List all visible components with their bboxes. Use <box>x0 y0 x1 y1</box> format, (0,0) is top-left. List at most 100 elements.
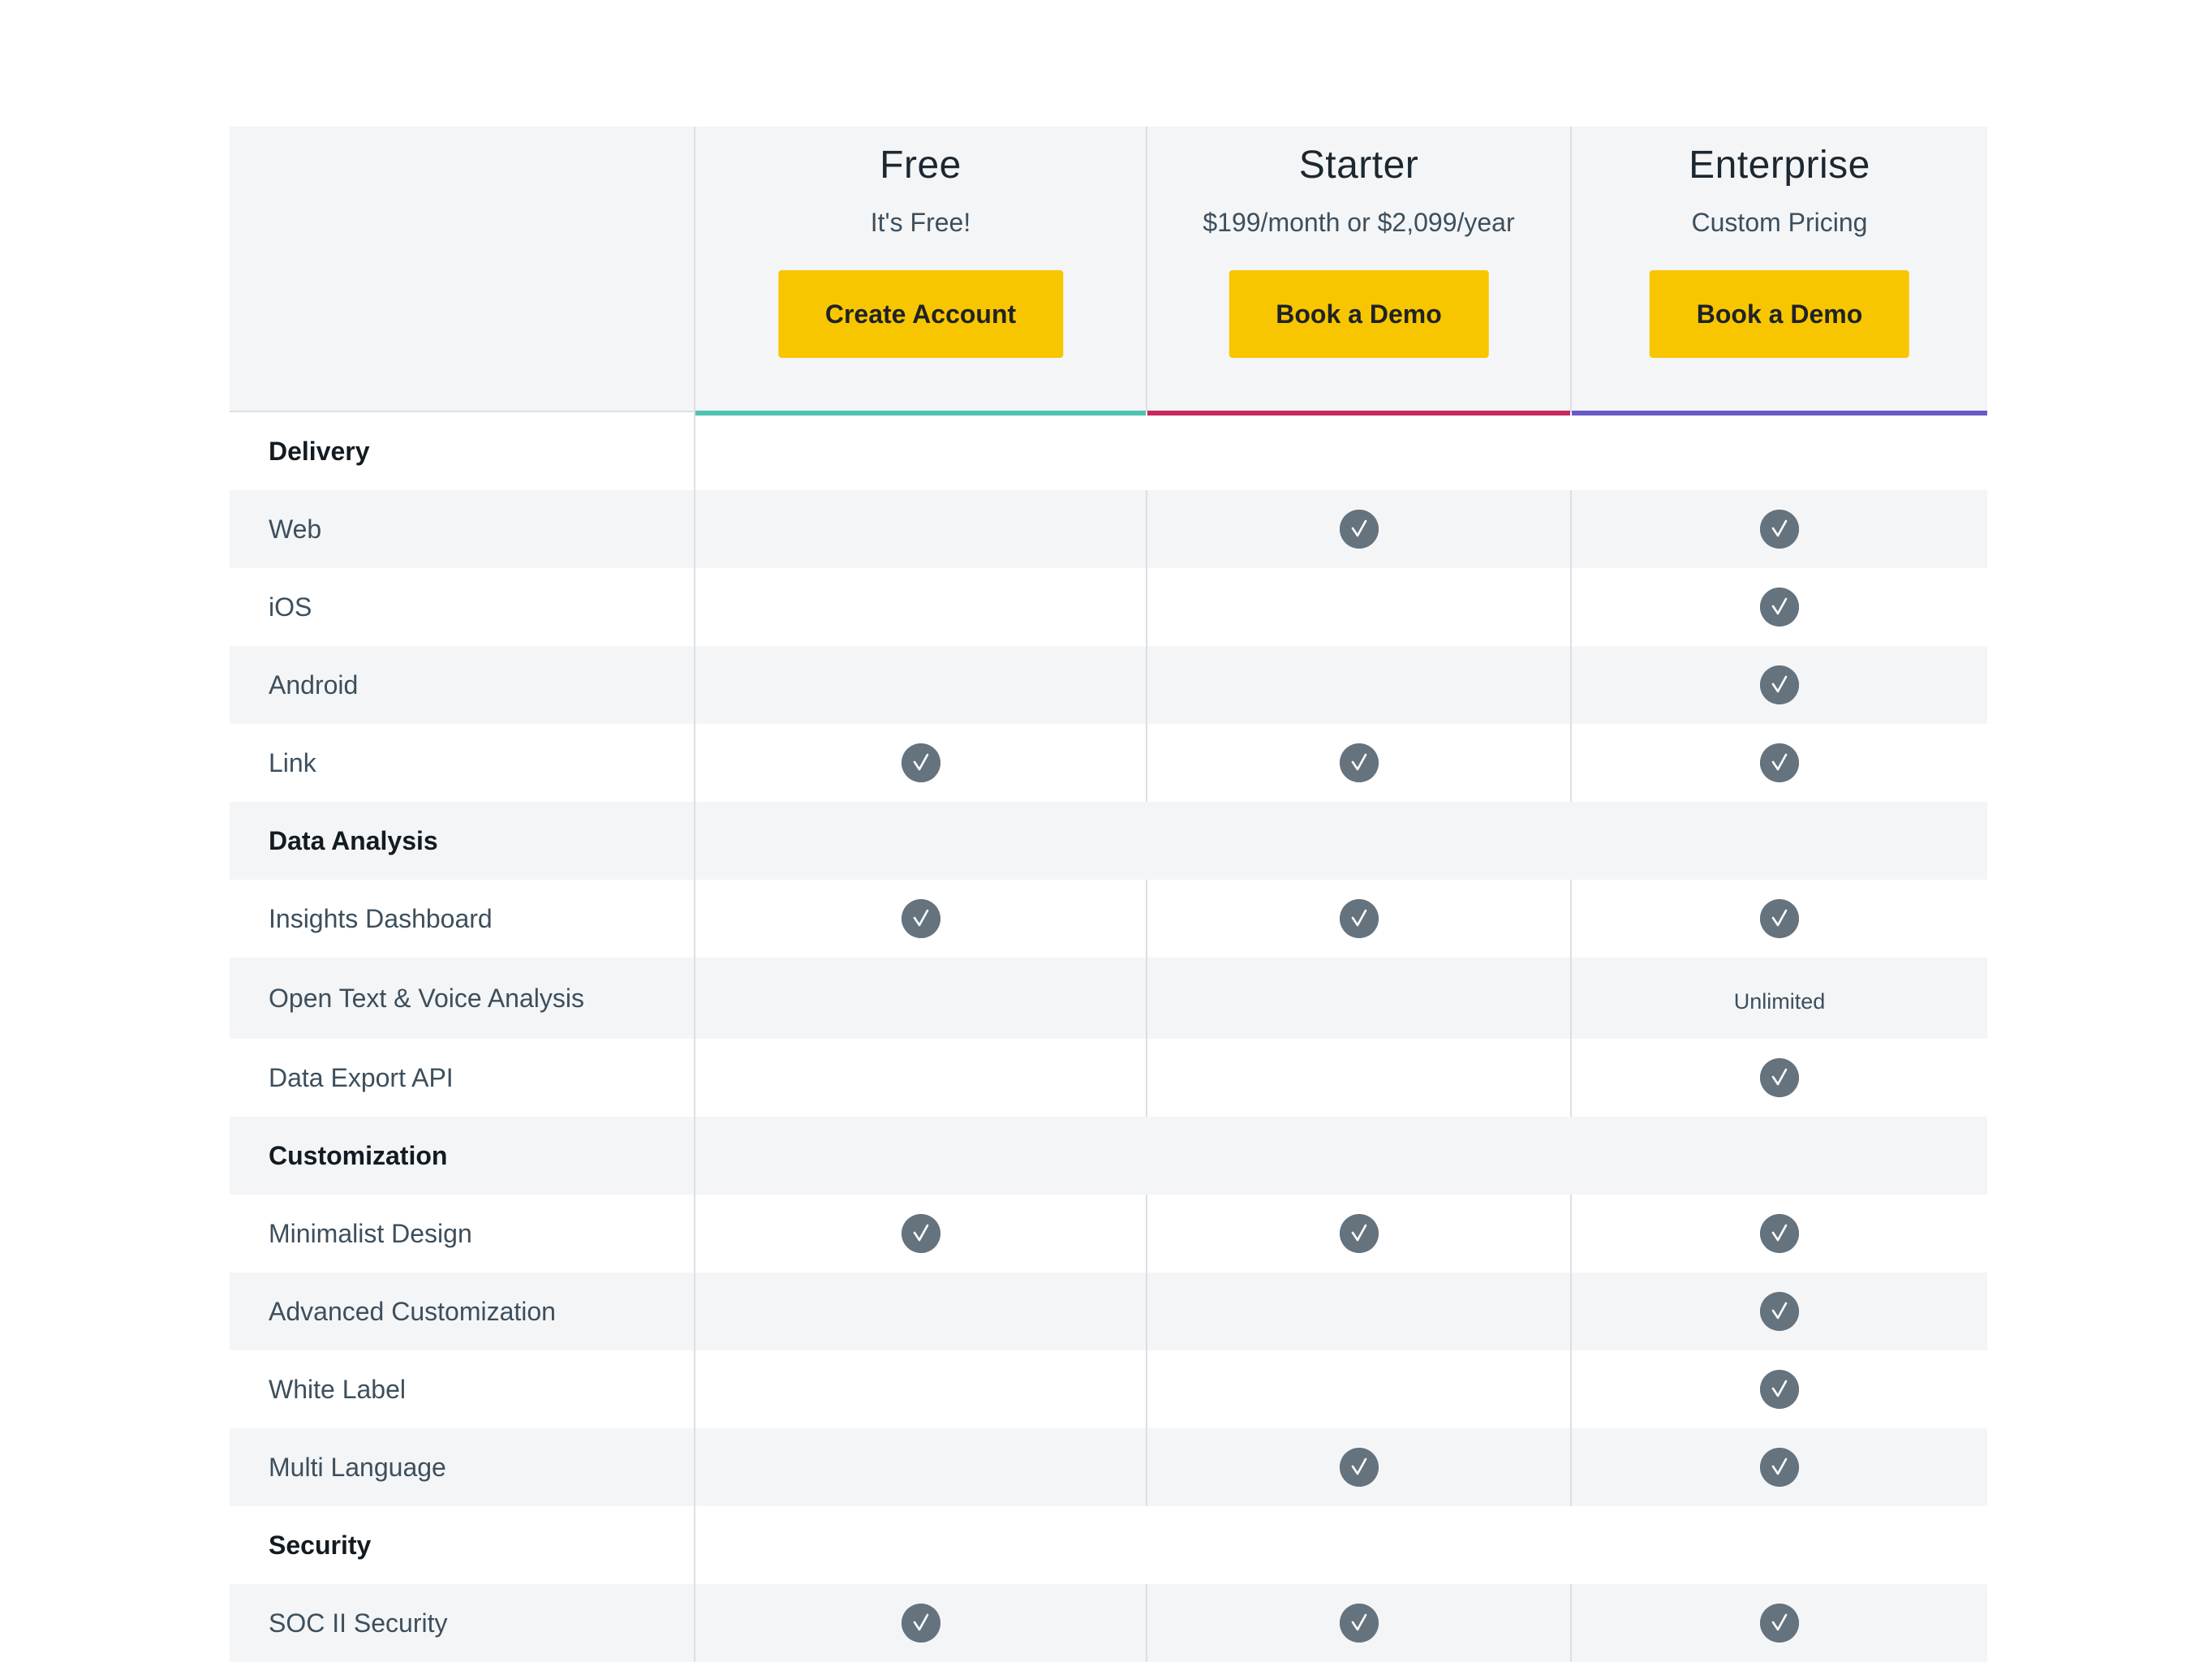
feature-value-cell <box>1570 1195 1987 1272</box>
book-demo-button[interactable]: Book a Demo <box>1649 270 1910 358</box>
section-row: Security <box>230 1506 1987 1584</box>
section-spacer <box>694 802 1987 880</box>
feature-label: Web <box>269 514 322 544</box>
feature-label: iOS <box>269 592 312 622</box>
checkmark-circle-icon <box>901 1604 940 1643</box>
feature-value-cell <box>694 1272 1146 1350</box>
section-row: Data Analysis <box>230 802 1987 880</box>
plan-price: Custom Pricing <box>1691 208 1868 237</box>
feature-value-cell <box>1146 958 1570 1039</box>
plan-price: $199/month or $2,099/year <box>1203 208 1515 237</box>
plan-price: It's Free! <box>870 208 971 237</box>
feature-label: White Label <box>269 1374 406 1404</box>
feature-row: SOC II Security <box>230 1584 1987 1662</box>
checkmark-circle-icon <box>1760 1214 1799 1253</box>
feature-value-cell <box>1146 1428 1570 1506</box>
checkmark-circle-icon <box>1760 899 1799 938</box>
feature-value-cell <box>1570 880 1987 958</box>
pricing-comparison-table: Free It's Free! Create Account Starter $… <box>230 127 1987 1662</box>
feature-value-cell <box>694 1039 1146 1117</box>
feature-row: Multi Language <box>230 1428 1987 1506</box>
feature-value-cell <box>1146 724 1570 802</box>
feature-row: White Label <box>230 1350 1987 1428</box>
checkmark-circle-icon <box>901 899 940 938</box>
feature-row: Minimalist Design <box>230 1195 1987 1272</box>
checkmark-circle-icon <box>1339 899 1379 938</box>
section-spacer <box>694 1506 1987 1584</box>
feature-value-cell <box>1146 1272 1570 1350</box>
feature-value-cell <box>1570 1272 1987 1350</box>
feature-row: Open Text & Voice Analysis Unlimited <box>230 958 1987 1039</box>
feature-label: Open Text & Voice Analysis <box>269 983 584 1013</box>
feature-value-cell <box>1146 1195 1570 1272</box>
feature-value-cell <box>1570 1039 1987 1117</box>
feature-value-text: Unlimited <box>1733 988 1826 1014</box>
feature-value-cell <box>1146 880 1570 958</box>
feature-value-cell <box>1146 646 1570 724</box>
feature-value-cell <box>1570 646 1987 724</box>
section-title: Customization <box>269 1140 448 1170</box>
feature-value-cell <box>1570 1350 1987 1428</box>
feature-row: Advanced Customization <box>230 1272 1987 1350</box>
plan-free: Free It's Free! Create Account <box>694 127 1146 416</box>
feature-value-cell <box>1146 568 1570 646</box>
checkmark-circle-icon <box>1760 510 1799 549</box>
feature-value-cell <box>1146 490 1570 568</box>
feature-value-cell <box>694 724 1146 802</box>
checkmark-circle-icon <box>1760 1292 1799 1331</box>
feature-value-cell <box>694 568 1146 646</box>
feature-rows: Delivery Web iOS Android Link Data Analysis In… <box>230 412 1987 1662</box>
feature-value-cell <box>1570 568 1987 646</box>
plan-name: Starter <box>1298 144 1419 187</box>
feature-row: iOS <box>230 568 1987 646</box>
checkmark-circle-icon <box>1760 588 1799 626</box>
checkmark-circle-icon <box>1760 1058 1799 1097</box>
feature-value-cell <box>694 1350 1146 1428</box>
checkmark-circle-icon <box>1339 1214 1379 1253</box>
feature-value-cell <box>1570 1428 1987 1506</box>
plan-accent-bar <box>1147 411 1570 416</box>
plan-accent-bar <box>695 411 1146 416</box>
book-demo-button[interactable]: Book a Demo <box>1229 270 1489 358</box>
feature-value-cell <box>1146 1584 1570 1662</box>
plan-accent-bar <box>1572 411 1987 416</box>
feature-value-cell <box>694 880 1146 958</box>
feature-value-cell <box>694 646 1146 724</box>
feature-label: Android <box>269 670 359 700</box>
feature-label: Link <box>269 747 316 777</box>
checkmark-circle-icon <box>901 743 940 782</box>
checkmark-circle-icon <box>1339 1604 1379 1643</box>
feature-value-cell <box>694 1195 1146 1272</box>
checkmark-circle-icon <box>1760 1370 1799 1409</box>
checkmark-circle-icon <box>901 1214 940 1253</box>
feature-label: SOC II Security <box>269 1608 448 1638</box>
checkmark-circle-icon <box>1339 510 1379 549</box>
feature-value-cell <box>1146 1039 1570 1117</box>
feature-value-cell <box>694 958 1146 1039</box>
section-spacer <box>694 1117 1987 1195</box>
checkmark-circle-icon <box>1339 1448 1379 1487</box>
checkmark-circle-icon <box>1339 743 1379 782</box>
feature-row: Insights Dashboard <box>230 880 1987 958</box>
checkmark-circle-icon <box>1760 665 1799 704</box>
feature-label: Data Export API <box>269 1062 454 1092</box>
section-row: Delivery <box>230 412 1987 490</box>
header-empty-cell <box>230 127 694 412</box>
feature-value-cell <box>694 490 1146 568</box>
plans-header: Free It's Free! Create Account Starter $… <box>230 127 1987 416</box>
feature-label: Minimalist Design <box>269 1218 472 1248</box>
section-title: Delivery <box>269 436 370 466</box>
feature-value-cell <box>1570 490 1987 568</box>
section-title: Data Analysis <box>269 825 438 855</box>
create-account-button[interactable]: Create Account <box>777 270 1064 358</box>
plan-name: Free <box>880 144 962 187</box>
plan-name: Enterprise <box>1689 144 1870 187</box>
section-spacer <box>694 412 1987 490</box>
section-row: Customization <box>230 1117 1987 1195</box>
feature-value-cell <box>1146 1350 1570 1428</box>
section-title: Security <box>269 1530 372 1560</box>
feature-label: Multi Language <box>269 1452 446 1482</box>
plan-enterprise: Enterprise Custom Pricing Book a Demo <box>1570 127 1987 416</box>
feature-value-cell <box>1570 1584 1987 1662</box>
feature-value-cell <box>1570 724 1987 802</box>
